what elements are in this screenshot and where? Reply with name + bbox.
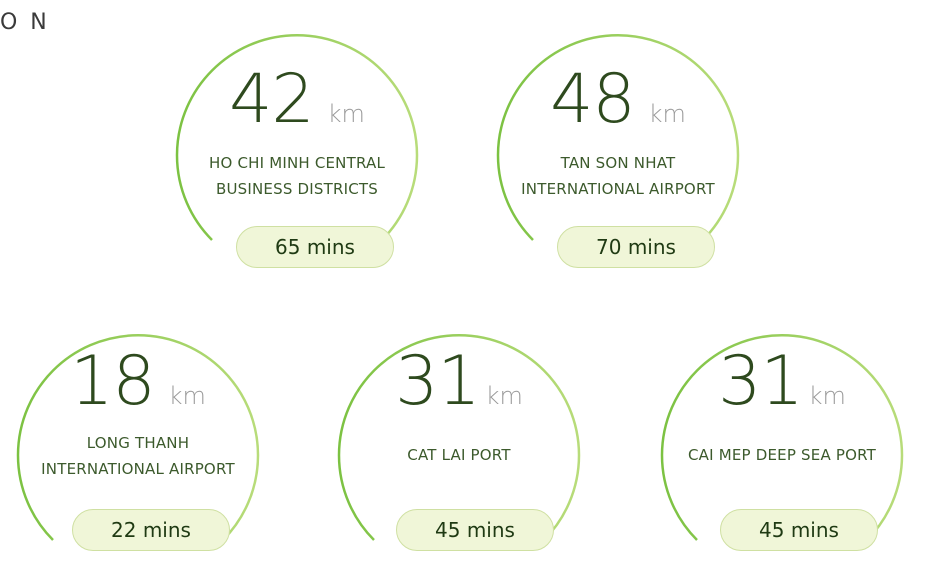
distance-unit: km [648,100,686,128]
distance-card-tan-son-nhat: 48 km TAN SON NHAT INTERNATIONAL AIRPORT [496,0,740,241]
destination-label: CAT LAI PORT [339,442,579,468]
distance-card-cai-mep: 31 km CAI MEP DEEP SEA PORT [660,300,904,541]
destination-line-1: CAI MEP DEEP SEA PORT [687,446,877,464]
destination-label: LONG THANH INTERNATIONAL AIRPORT [18,430,258,482]
distance-card-hcm-cbd: 42 km HO CHI MINH CENTRAL BUSINESS DISTR… [175,0,419,241]
distance-card-long-thanh: 18 km LONG THANH INTERNATIONAL AIRPORT [16,300,260,541]
destination-line-2: INTERNATIONAL AIRPORT [41,460,235,478]
distance-value: 48 [550,60,636,139]
distance-unit: km [327,100,365,128]
destination-line-1: CAT LAI PORT [407,446,511,464]
section-heading-fragment: O N [0,10,50,35]
distance-unit: km [808,382,846,410]
destination-label: CAI MEP DEEP SEA PORT [662,442,902,468]
distance-unit: km [485,382,523,410]
distance-readout: 31 km [339,348,579,416]
distance-readout: 42 km [177,66,417,134]
destination-line-2: BUSINESS DISTRICTS [216,180,378,198]
destination-line-2: INTERNATIONAL AIRPORT [521,180,715,198]
distance-unit: km [168,382,206,410]
destination-line-1: LONG THANH [86,434,190,452]
distance-value: 18 [70,342,156,421]
travel-time-badge: 65 mins [236,226,394,268]
travel-time-badge: 45 mins [396,509,554,551]
destination-label: TAN SON NHAT INTERNATIONAL AIRPORT [498,150,738,202]
distance-value: 31 [395,342,481,421]
travel-time-badge: 45 mins [720,509,878,551]
travel-time-badge: 70 mins [557,226,715,268]
destination-line-1: TAN SON NHAT [560,154,676,172]
distance-card-cat-lai: 31 km CAT LAI PORT [337,300,581,541]
distance-readout: 31 km [662,348,902,416]
distance-value: 31 [718,342,804,421]
distance-readout: 18 km [18,348,258,416]
travel-distances-panel: O N 42 km HO CHI MINH CENTRAL BUSINESS D… [0,0,947,561]
destination-label: HO CHI MINH CENTRAL BUSINESS DISTRICTS [177,150,417,202]
distance-readout: 48 km [498,66,738,134]
distance-value: 42 [229,60,315,139]
travel-time-badge: 22 mins [72,509,230,551]
destination-line-1: HO CHI MINH CENTRAL [209,154,385,172]
